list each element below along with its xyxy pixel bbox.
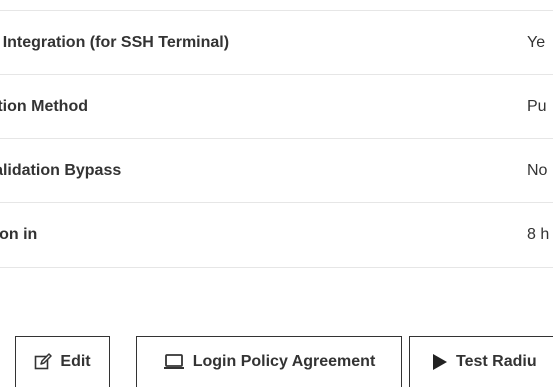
property-label: l Key Integration (for SSH Terminal) <box>0 33 230 51</box>
property-row-authentication-method: ntication Method Pu <box>0 74 553 138</box>
property-value: No <box>527 161 548 179</box>
test-radius-label: Test Radiu <box>456 353 537 370</box>
test-radius-button[interactable]: Test Radiu <box>409 336 553 387</box>
property-row <box>0 0 553 10</box>
edit-button[interactable]: Edit <box>15 336 110 387</box>
property-value: 8 h <box>527 225 550 243</box>
laptop-icon <box>163 353 185 371</box>
property-label: FA Validation Bypass <box>0 161 122 179</box>
property-row-expiration: piration in 8 h <box>0 202 553 266</box>
property-label: ntication Method <box>0 97 88 115</box>
login-policy-agreement-label: Login Policy Agreement <box>192 353 376 370</box>
edit-button-label: Edit <box>60 353 91 370</box>
property-value: Pu <box>527 97 547 115</box>
property-row-ssh-key-integration: l Key Integration (for SSH Terminal) Ye <box>0 10 553 74</box>
divider <box>0 267 553 268</box>
edit-icon <box>34 353 53 371</box>
login-policy-agreement-button[interactable]: Login Policy Agreement <box>136 336 402 387</box>
property-value: Ye <box>527 33 546 51</box>
property-label: piration in <box>0 225 38 243</box>
play-icon <box>432 353 448 371</box>
property-row-mfa-validation-bypass: FA Validation Bypass No <box>0 138 553 202</box>
properties-list: l Key Integration (for SSH Terminal) Ye … <box>0 0 553 266</box>
details-panel: l Key Integration (for SSH Terminal) Ye … <box>0 0 553 387</box>
